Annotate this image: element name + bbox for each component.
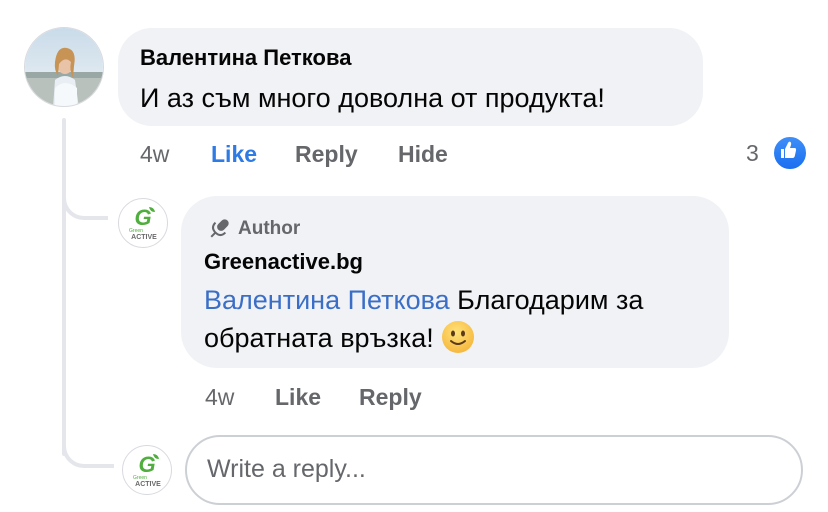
logo-letter: G [138,452,155,477]
author-badge-label: Author [238,218,301,239]
comment-text: И аз съм много доволна от продукта! [140,83,605,113]
comment-author[interactable]: Валентина Петкова [140,45,351,71]
greenactive-logo: G Green ACTIVE [129,205,157,241]
reply-button[interactable]: Reply [295,141,358,168]
mention-link[interactable]: Валентина Петкова [204,285,450,315]
avatar[interactable] [24,27,104,107]
reply-time[interactable]: 4w [205,384,234,411]
reply-text-part1: Благодарим за [449,285,644,315]
logo-word: ACTIVE [131,234,157,241]
reply-text-part2: обратната връзка! [204,323,434,353]
reply-author[interactable]: Greenactive.bg [204,249,363,275]
reply-text-line1: Валентина Петкова Благодарим за [204,282,719,319]
thread-connector-reply [62,178,108,220]
thread-connector-composer [62,424,114,468]
reply-reply-button[interactable]: Reply [359,384,422,411]
user-photo [25,28,103,106]
microphone-icon [204,215,234,243]
like-button[interactable]: Like [211,141,257,168]
reaction-count[interactable]: 3 [746,140,759,167]
reply-input-placeholder[interactable]: Write a reply... [207,455,366,484]
reply-like-button[interactable]: Like [275,384,321,411]
logo-letter: G [134,205,151,230]
thread-line [62,118,66,456]
page-avatar[interactable]: G Green ACTIVE [118,198,168,248]
comment-time[interactable]: 4w [140,141,169,168]
logo-word: ACTIVE [135,481,161,488]
like-reaction-icon[interactable] [772,135,808,171]
greenactive-logo: G Green ACTIVE [133,452,161,488]
reply-text-line2: обратната връзка! [204,320,475,357]
composer-avatar[interactable]: G Green ACTIVE [122,445,172,495]
hide-button[interactable]: Hide [398,141,448,168]
slightly-smiling-face-icon [441,320,475,354]
